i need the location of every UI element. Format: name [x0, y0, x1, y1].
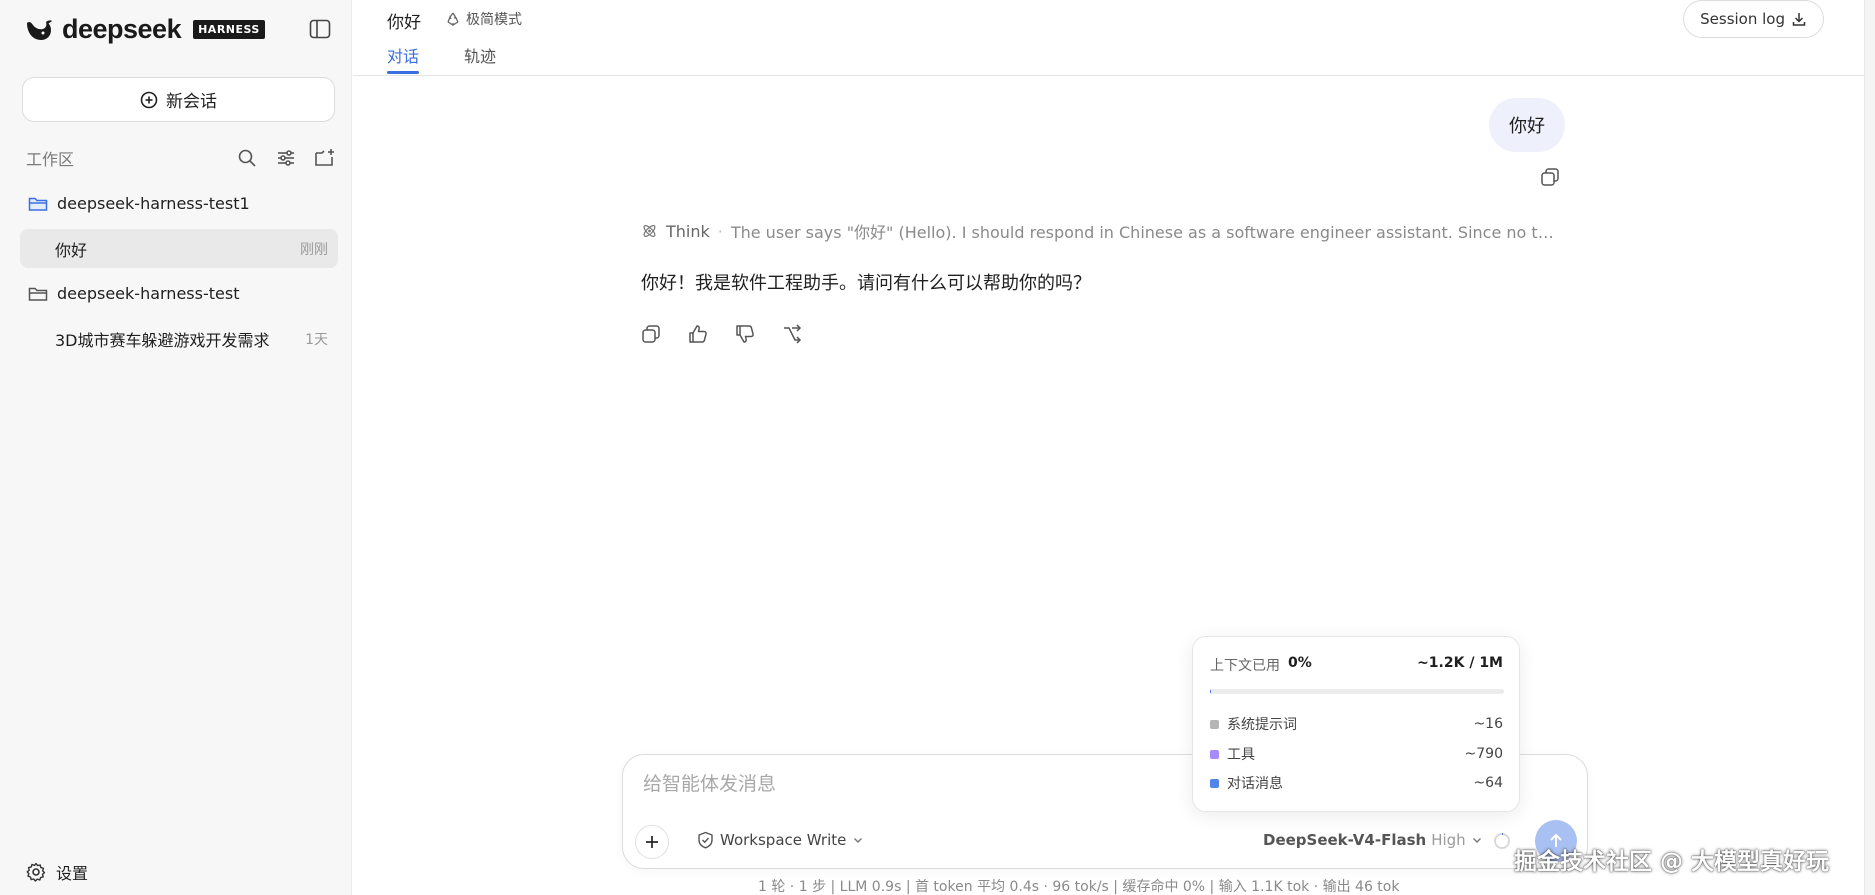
copy-user-message-button[interactable] — [1539, 166, 1563, 190]
context-row-value: ~16 — [1473, 716, 1503, 732]
new-chat-button[interactable]: 新会话 — [22, 77, 335, 122]
progress-ring-icon — [1494, 833, 1510, 849]
minimal-mode-toggle[interactable]: 极简模式 — [445, 9, 522, 29]
context-usage-total: ~1.2K / 1M — [1417, 655, 1503, 671]
atom-icon — [643, 225, 656, 237]
session-item[interactable]: 你好 刚刚 — [20, 229, 338, 268]
watermark-text: 掘金技术社区 @ 大模型真好玩 — [1514, 849, 1830, 875]
legend-swatch — [1210, 778, 1219, 788]
logo[interactable]: deepseek HARNESS — [24, 14, 265, 45]
context-usage-bar — [1210, 689, 1504, 694]
chevron-down-icon — [1472, 838, 1481, 843]
context-usage-popover: 上下文已用 0% ~1.2K / 1M 系统提示词 ~16 工具 ~790 对话… — [1192, 636, 1520, 812]
workspace-header: 工作区 — [26, 146, 336, 170]
download-icon — [1792, 13, 1806, 26]
session-name: 你好 — [55, 240, 88, 260]
context-usage-label: 上下文已用 — [1210, 658, 1280, 674]
copy-icon — [1541, 168, 1559, 186]
thumbs-up-icon — [689, 325, 707, 343]
legend-swatch — [1210, 719, 1219, 729]
chevron-down-icon — [854, 838, 863, 843]
context-usage-percent: 0% — [1288, 655, 1312, 671]
workspace-folder-name: deepseek-harness-test — [57, 284, 240, 303]
sidebar: deepseek HARNESS 新会话 工作区 deepseek-harnes… — [0, 0, 352, 895]
tab-chat[interactable]: 对话 — [387, 43, 420, 74]
context-row-messages: 对话消息 ~64 — [1210, 773, 1503, 793]
session-name: 3D城市赛车躲避游戏开发需求 — [55, 330, 270, 350]
filter-button[interactable] — [275, 147, 297, 169]
workspace-folder-name: deepseek-harness-test1 — [57, 194, 250, 213]
session-item[interactable]: 3D城市赛车躲避游戏开发需求 1天 — [20, 319, 338, 358]
sidebar-panel-icon — [309, 19, 331, 39]
folder-icon — [28, 287, 48, 301]
add-workspace-button[interactable] — [314, 147, 336, 169]
logo-badge: HARNESS — [193, 20, 265, 39]
model-select[interactable]: DeepSeek-V4-Flash High — [1263, 831, 1483, 849]
recycle-icon — [447, 12, 459, 27]
minimal-mode-label: 极简模式 — [466, 12, 522, 28]
context-row-tools: 工具 ~790 — [1210, 744, 1503, 764]
settings-label: 设置 — [56, 864, 89, 883]
copy-button[interactable] — [639, 322, 663, 346]
context-usage-header: 上下文已用 0% ~1.2K / 1M — [1210, 655, 1503, 675]
branch-icon — [784, 324, 802, 344]
search-icon — [238, 149, 256, 167]
new-chat-label: 新会话 — [166, 92, 217, 112]
dislike-button[interactable] — [733, 322, 757, 346]
legend-swatch — [1210, 749, 1219, 759]
scrollbar-track[interactable] — [1864, 0, 1875, 895]
think-text: The user says "你好" (Hello). I should res… — [730, 223, 1563, 242]
session-log-button[interactable]: Session log — [1683, 0, 1824, 38]
sliders-icon — [278, 150, 294, 166]
context-usage-indicator[interactable] — [1493, 832, 1511, 850]
run-stats: 1 轮 · 1 步 | LLM 0.9s | 首 token 平均 0.4s ·… — [758, 879, 1400, 895]
workspace-folder[interactable]: deepseek-harness-test1 — [28, 194, 250, 213]
whale-logo-icon — [27, 19, 52, 40]
plus-circle-icon — [140, 91, 158, 108]
context-row-label: 系统提示词 — [1227, 717, 1297, 733]
permission-select[interactable]: Workspace Write — [697, 831, 864, 849]
user-message-bubble: 你好 — [1489, 98, 1565, 152]
chat-title: 你好 — [387, 13, 421, 33]
session-log-label: Session log — [1700, 10, 1785, 28]
assistant-message-text: 你好！我是软件工程助手。请问有什么可以帮助你的吗？ — [641, 273, 1091, 294]
model-level: High — [1431, 831, 1466, 849]
thumbs-down-icon — [736, 325, 754, 343]
branch-button[interactable] — [780, 322, 804, 346]
think-summary[interactable]: Think · The user says "你好" (Hello). I sh… — [641, 219, 1563, 243]
context-row-value: ~64 — [1473, 775, 1503, 791]
sidebar-toggle-button[interactable] — [307, 16, 333, 42]
permission-label: Workspace Write — [720, 831, 847, 849]
plus-icon — [646, 836, 658, 848]
attach-button[interactable] — [635, 825, 669, 859]
context-row-value: ~790 — [1464, 746, 1503, 762]
model-name: DeepSeek-V4-Flash — [1263, 831, 1427, 849]
workspace-title: 工作区 — [26, 150, 75, 169]
folder-open-icon — [28, 197, 48, 211]
user-message-text: 你好 — [1509, 116, 1545, 137]
session-time: 1天 — [305, 331, 328, 348]
context-row-label: 对话消息 — [1227, 776, 1283, 792]
tab-trace[interactable]: 轨迹 — [464, 43, 496, 67]
workspace-folder[interactable]: deepseek-harness-test — [28, 284, 239, 303]
copy-icon — [642, 325, 660, 343]
context-row-label: 工具 — [1227, 747, 1255, 763]
message-actions — [639, 322, 804, 346]
think-separator: · — [717, 221, 723, 241]
like-button[interactable] — [686, 322, 710, 346]
folder-plus-icon — [315, 149, 334, 166]
logo-text: deepseek — [62, 14, 182, 44]
context-row-system-prompt: 系统提示词 ~16 — [1210, 714, 1503, 734]
settings-button[interactable]: 设置 — [26, 860, 88, 884]
chat-header: 你好 极简模式 对话 轨迹 Session log — [353, 0, 1865, 76]
think-label: Think — [665, 221, 710, 241]
shield-check-icon — [698, 831, 713, 849]
session-time: 刚刚 — [300, 241, 328, 258]
search-button[interactable] — [236, 147, 258, 169]
gear-icon — [26, 862, 46, 882]
